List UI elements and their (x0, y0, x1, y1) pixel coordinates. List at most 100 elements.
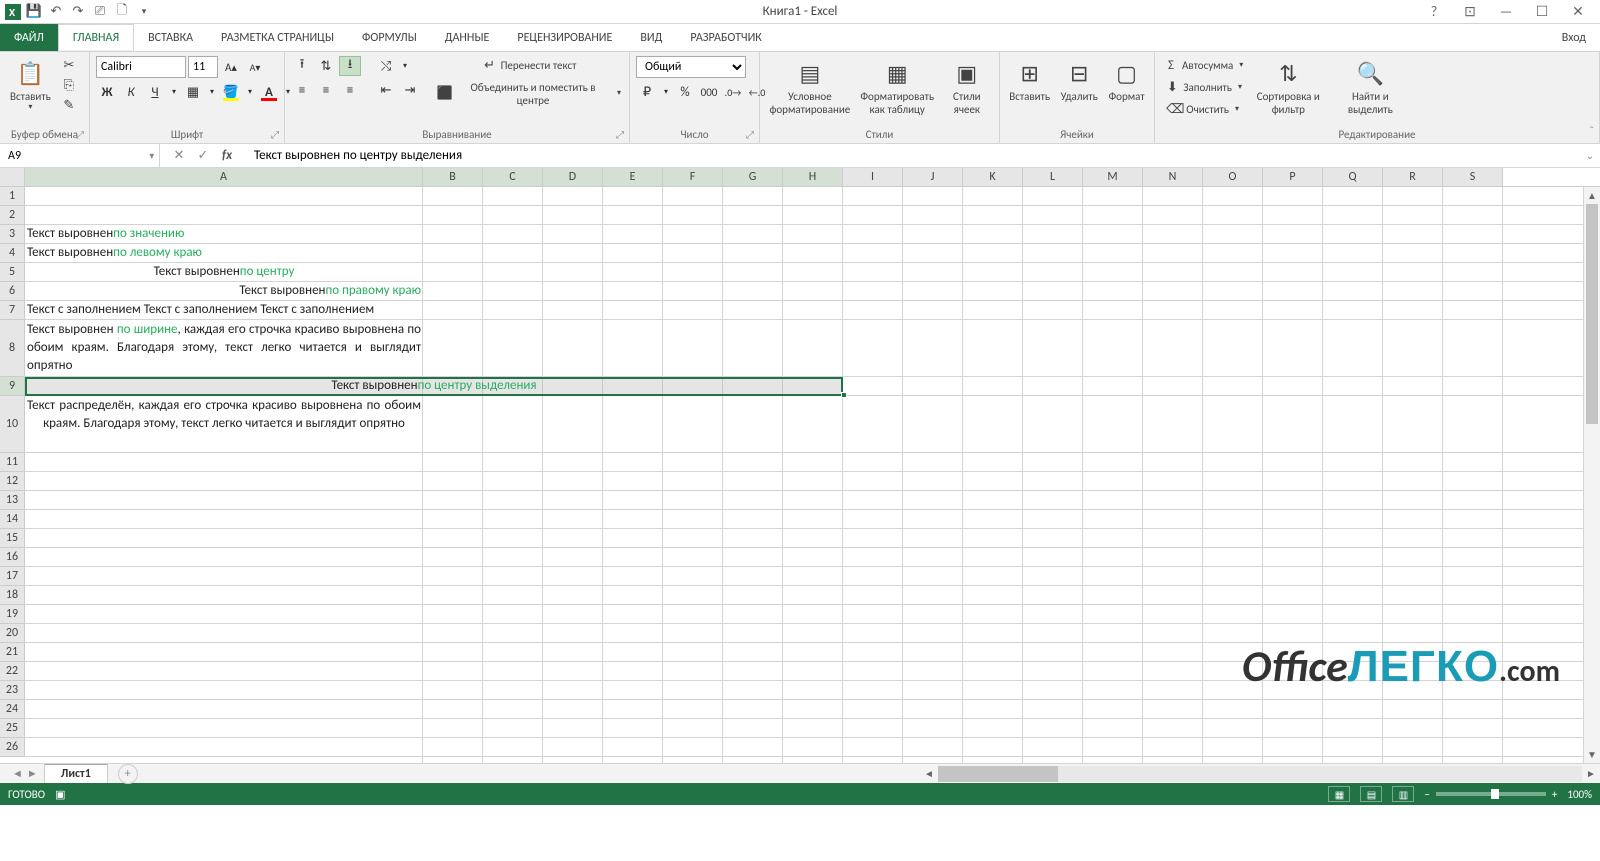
row-header-25[interactable]: 25 (0, 719, 25, 738)
maximize-icon[interactable]: ☐ (1528, 2, 1556, 22)
qat-customize-icon[interactable]: ▾ (134, 2, 154, 22)
increase-indent-icon[interactable]: ⇥ (399, 80, 421, 100)
cell-a10[interactable]: Текст распределён, каждая его строчка кр… (25, 396, 423, 453)
vertical-scrollbar[interactable]: ▲ ▼ (1583, 187, 1600, 763)
wrap-text-button[interactable]: ↵Перенести текст (435, 56, 623, 76)
font-color-button[interactable]: A (258, 82, 280, 102)
row-header-9[interactable]: 9 (0, 377, 25, 396)
cells-area[interactable]: Текст выровнен по значению Текст выровне… (25, 187, 1600, 763)
tab-home[interactable]: ГЛАВНАЯ (58, 24, 134, 51)
col-header-l[interactable]: L (1023, 168, 1083, 186)
col-header-b[interactable]: B (423, 168, 483, 186)
touch-mode-icon[interactable]: ⎚ (90, 2, 110, 22)
tab-view[interactable]: ВИД (626, 24, 676, 51)
comma-format-icon[interactable]: 000 (698, 82, 720, 102)
minimize-icon[interactable]: — (1492, 2, 1520, 22)
row-header-11[interactable]: 11 (0, 453, 25, 472)
conditional-formatting-button[interactable]: ▤Условное форматирование (766, 56, 854, 118)
tab-formulas[interactable]: ФОРМУЛЫ (348, 24, 431, 51)
tab-insert[interactable]: ВСТАВКА (134, 24, 207, 51)
cell-a3[interactable]: Текст выровнен по значению (25, 225, 423, 244)
col-header-s[interactable]: S (1443, 168, 1503, 186)
orientation-icon[interactable]: ⤭ (375, 56, 397, 76)
help-icon[interactable]: ? (1420, 2, 1448, 22)
sort-filter-button[interactable]: ⇅Сортировка и фильтр (1249, 56, 1327, 118)
fx-icon[interactable]: fx (218, 148, 236, 163)
row-header-13[interactable]: 13 (0, 491, 25, 510)
cell-styles-button[interactable]: ▣Стили ячеек (941, 56, 993, 118)
undo-icon[interactable]: ↶ (46, 2, 66, 22)
row-header-21[interactable]: 21 (0, 643, 25, 662)
add-sheet-button[interactable]: + (118, 764, 138, 784)
percent-format-icon[interactable]: % (674, 82, 696, 102)
font-dialog-launcher-icon[interactable]: ⤢ (268, 127, 282, 141)
cell-a8[interactable]: Текст выровнен по ширине, каждая его стр… (25, 320, 423, 377)
merge-center-button[interactable]: ⬛Объединить и поместить в центре▾ (435, 80, 623, 108)
copy-button[interactable]: ⎘ (59, 76, 79, 96)
align-middle-icon[interactable]: ⇅ (315, 56, 337, 76)
row-header-16[interactable]: 16 (0, 548, 25, 567)
row-header-20[interactable]: 20 (0, 624, 25, 643)
row-header-10[interactable]: 10 (0, 396, 25, 453)
zoom-thumb[interactable] (1491, 789, 1499, 799)
row-header-19[interactable]: 19 (0, 605, 25, 624)
align-center-icon[interactable]: ≡ (315, 80, 337, 100)
row-header-17[interactable]: 17 (0, 567, 25, 586)
paste-button[interactable]: 📋 Вставить ▾ (6, 56, 55, 115)
enter-formula-icon[interactable]: ✓ (194, 148, 212, 163)
tab-developer[interactable]: РАЗРАБОТЧИК (676, 24, 775, 51)
select-all-corner[interactable] (0, 168, 25, 186)
name-box-input[interactable] (0, 149, 145, 163)
col-header-p[interactable]: P (1263, 168, 1323, 186)
row-header-3[interactable]: 3 (0, 225, 25, 244)
col-header-f[interactable]: F (663, 168, 723, 186)
redo-icon[interactable]: ↷ (68, 2, 88, 22)
name-box-dropdown-icon[interactable]: ▾ (145, 149, 159, 162)
ribbon-display-icon[interactable]: ⊡ (1456, 2, 1484, 22)
tab-file[interactable]: ФАЙЛ (0, 24, 58, 51)
decrease-font-icon[interactable]: A▾ (244, 57, 266, 77)
scroll-left-icon[interactable]: ◄ (920, 767, 938, 780)
format-painter-button[interactable]: ✎ (59, 96, 79, 116)
col-header-d[interactable]: D (543, 168, 603, 186)
row-header-26[interactable]: 26 (0, 738, 25, 757)
cell-a7[interactable]: Текст с заполнением Текст с заполнением … (25, 301, 423, 320)
row-header-22[interactable]: 22 (0, 662, 25, 681)
col-header-h[interactable]: H (783, 168, 843, 186)
scroll-down-icon[interactable]: ▼ (1584, 746, 1600, 763)
tab-data[interactable]: ДАННЫЕ (431, 24, 504, 51)
macro-record-icon[interactable]: ▣ (55, 788, 65, 801)
increase-font-icon[interactable]: A▴ (220, 57, 242, 77)
zoom-out-icon[interactable]: − (1424, 788, 1429, 801)
save-icon[interactable]: 💾 (24, 2, 44, 22)
normal-view-icon[interactable]: ▦ (1328, 786, 1350, 802)
row-header-1[interactable]: 1 (0, 187, 25, 206)
insert-cells-button[interactable]: ⊞Вставить (1006, 56, 1053, 105)
clipboard-dialog-launcher-icon[interactable]: ⤢ (73, 127, 87, 141)
col-header-c[interactable]: C (483, 168, 543, 186)
sheet-tab-1[interactable]: Лист1 (44, 764, 108, 783)
bold-button[interactable]: Ж (96, 82, 118, 102)
col-header-g[interactable]: G (723, 168, 783, 186)
page-layout-view-icon[interactable]: ▤ (1360, 786, 1382, 802)
sheet-next-icon[interactable]: ► (27, 767, 38, 780)
row-header-14[interactable]: 14 (0, 510, 25, 529)
col-header-m[interactable]: M (1083, 168, 1143, 186)
underline-button[interactable]: Ч (144, 82, 166, 102)
italic-button[interactable]: К (120, 82, 142, 102)
align-right-icon[interactable]: ≡ (339, 80, 361, 100)
decrease-indent-icon[interactable]: ⇤ (375, 80, 397, 100)
format-cells-button[interactable]: ▢Формат (1105, 56, 1148, 105)
chevron-down-icon[interactable]: ▾ (244, 82, 256, 102)
row-header-8[interactable]: 8 (0, 320, 25, 377)
chevron-down-icon[interactable]: ▾ (660, 82, 672, 102)
col-header-q[interactable]: Q (1323, 168, 1383, 186)
font-size-input[interactable] (188, 56, 218, 78)
row-header-2[interactable]: 2 (0, 206, 25, 225)
close-icon[interactable]: ✕ (1564, 2, 1592, 22)
tab-layout[interactable]: РАЗМЕТКА СТРАНИЦЫ (207, 24, 348, 51)
col-header-i[interactable]: I (843, 168, 903, 186)
fill-color-button[interactable]: 🪣 (220, 82, 242, 102)
row-header-18[interactable]: 18 (0, 586, 25, 605)
find-select-button[interactable]: 🔍Найти и выделить (1331, 56, 1409, 118)
